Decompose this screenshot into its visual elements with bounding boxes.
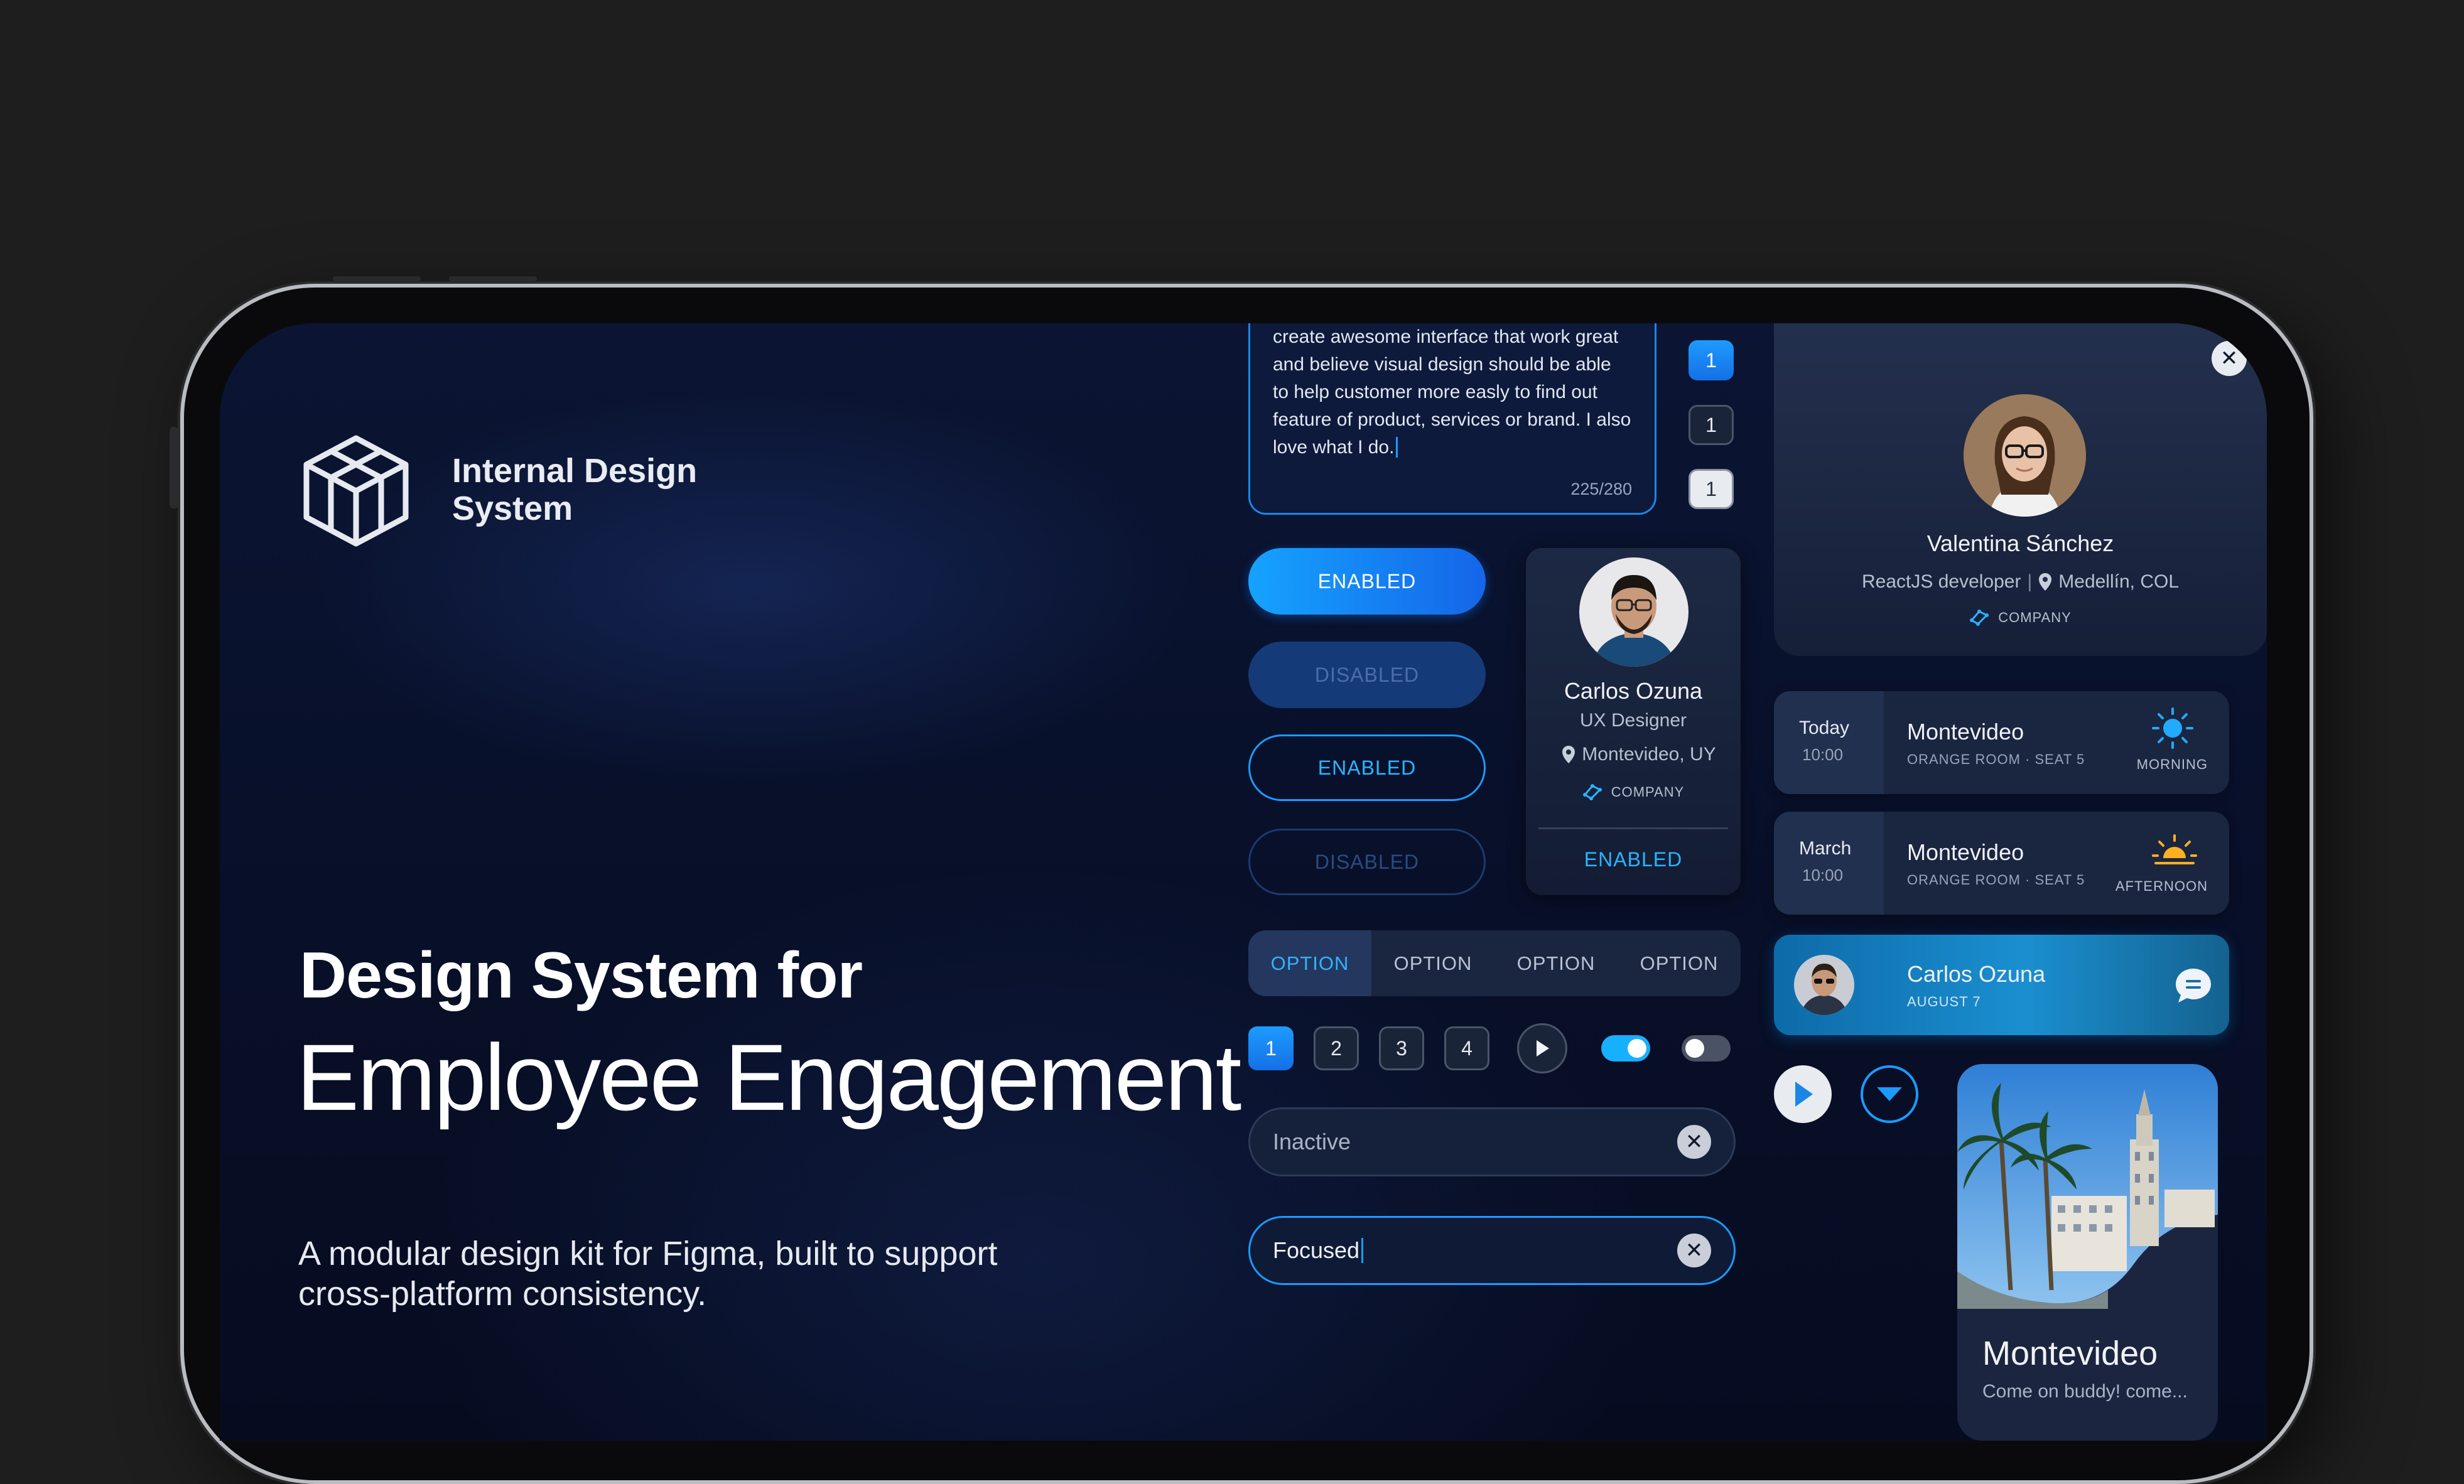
avatar-man-sunglasses-icon [1794,955,1854,1015]
event-row-morning[interactable]: Today 10:00 Montevideo ORANGE ROOM · SEA… [1774,691,2229,794]
logo-text: Internal Design System [452,452,698,527]
profile-role: UX Designer [1579,710,1687,731]
company-network-icon [1582,784,1602,800]
disabled-filled-button[interactable]: DISABLED [1248,642,1486,708]
clear-close-icon[interactable]: ✕ [1677,1234,1711,1267]
chevron-down-icon [1877,1087,1902,1101]
event-date-block [1774,691,1884,794]
bio-textarea-value: create awesome interface that work great… [1273,326,1631,458]
tablet-volume-button [449,276,537,281]
chat-sender: Carlos Ozuna [1907,961,2046,987]
play-arrow-icon [1537,1040,1549,1057]
page-square-default[interactable]: 1 [1689,405,1734,445]
city-subtitle: Come on buddy! come... [1982,1381,2188,1402]
event-time: 10:00 [1802,745,1844,764]
profile-location-text: Montevideo, UY [1582,744,1716,765]
dropdown-button[interactable] [1861,1065,1918,1123]
segment-option-1[interactable]: OPTION [1248,930,1371,996]
enabled-outline-button[interactable]: ENABLED [1248,734,1486,801]
page-square-active[interactable]: 1 [1689,340,1734,380]
tablet-screen: Internal Design System Design System for… [220,323,2267,1441]
event-time: 10:00 [1802,866,1844,884]
company-row: COMPANY [1774,609,2267,626]
card-enabled-button[interactable]: ENABLED [1526,848,1741,871]
location-pin-icon [1562,746,1575,763]
avatar-woman-glasses-icon [1964,394,2086,517]
event-title: Montevideo [1907,839,2024,865]
chat-bubble-icon[interactable] [2175,967,2212,1004]
segment-option-2[interactable]: OPTION [1371,930,1494,996]
city-photo-palm-trees [1957,1064,2218,1309]
event-date-block [1774,812,1884,915]
profile-location: Montevideo, UY [1551,744,1727,765]
focused-input-value: Focused [1273,1237,1360,1263]
event-when: March [1799,838,1852,859]
avatar [1964,394,2086,517]
enabled-filled-button[interactable]: ENABLED [1248,548,1486,615]
event-when: Today [1799,718,1850,738]
hero-title-line1: Design System for [300,939,863,1012]
top-profile-meta: ReactJS developer | Medellín, COL [1774,571,2267,593]
event-subtitle: ORANGE ROOM · SEAT 5 [1907,872,2085,888]
event-title: Montevideo [1907,719,2024,745]
city-card[interactable]: Montevideo Come on buddy! come... [1957,1064,2218,1441]
focused-input[interactable]: Focused ✕ [1248,1216,1736,1285]
event-tag: MORNING [2136,756,2208,772]
meta-separator: | [2027,571,2033,592]
bio-textarea[interactable]: create awesome interface that work great… [1248,323,1656,515]
tablet-volume-button [333,276,421,281]
pagination-page-2[interactable]: 2 [1314,1026,1359,1070]
sun-afternoon-icon [2152,834,2197,864]
company-network-icon [1970,610,1989,626]
character-counter: 225/280 [1570,480,1632,498]
top-profile-panel: ✕ Valentina Sánchez ReactJS developer | … [1774,323,2267,656]
profile-card: Carlos Ozuna UX Designer Montevideo, UY … [1526,548,1741,895]
clear-close-icon[interactable]: ✕ [1677,1125,1711,1159]
company-row: COMPANY [1526,783,1741,801]
chat-notification[interactable]: Carlos Ozuna AUGUST 7 [1774,935,2229,1035]
inactive-input-value: Inactive [1273,1129,1351,1154]
event-tag: AFTERNOON [2115,878,2208,894]
pagination-page-1[interactable]: 1 [1248,1026,1294,1070]
toggle-off[interactable] [1682,1035,1731,1062]
close-icon[interactable]: ✕ [2212,341,2247,376]
card-divider [1538,827,1728,829]
page-square-light[interactable]: 1 [1689,469,1734,509]
avatar-man-glasses-icon [1579,557,1689,667]
disabled-outline-button[interactable]: DISABLED [1248,829,1486,895]
city-title: Montevideo [1982,1335,2158,1372]
toggle-on[interactable] [1601,1035,1650,1062]
top-profile-location: Medellín, COL [2058,571,2180,592]
company-label: COMPANY [1998,610,2072,625]
profile-name: Carlos Ozuna [1564,678,1703,704]
event-subtitle: ORANGE ROOM · SEAT 5 [1907,751,2085,767]
cube-logo-icon [303,435,409,547]
text-cursor [1361,1238,1364,1263]
avatar [1794,955,1854,1015]
tablet-side-button [170,427,178,508]
top-profile-role: ReactJS developer [1861,571,2021,592]
play-arrow-icon [1795,1082,1813,1107]
location-pin-icon [2039,573,2052,591]
pagination-page-4[interactable]: 4 [1444,1026,1489,1070]
top-profile-name: Valentina Sánchez [1926,530,2114,556]
avatar [1579,557,1689,667]
inactive-input[interactable]: Inactive ✕ [1248,1107,1736,1176]
sun-morning-icon [2152,707,2193,749]
hero-description: A modular design kit for Figma, built to… [298,1235,998,1313]
segment-option-4[interactable]: OPTION [1618,930,1741,996]
segmented-control: OPTION OPTION OPTION OPTION [1248,930,1741,996]
pagination-page-3[interactable]: 3 [1379,1026,1424,1070]
company-label: COMPANY [1611,784,1685,800]
play-button[interactable] [1774,1065,1832,1123]
segment-option-3[interactable]: OPTION [1494,930,1618,996]
text-cursor: ​ [1396,437,1398,458]
chat-date: AUGUST 7 [1907,994,1981,1009]
event-row-afternoon[interactable]: March 10:00 Montevideo ORANGE ROOM · SEA… [1774,812,2229,915]
hero-title-line2: Employee Engagement [296,1024,1241,1130]
next-page-button[interactable] [1517,1023,1567,1073]
